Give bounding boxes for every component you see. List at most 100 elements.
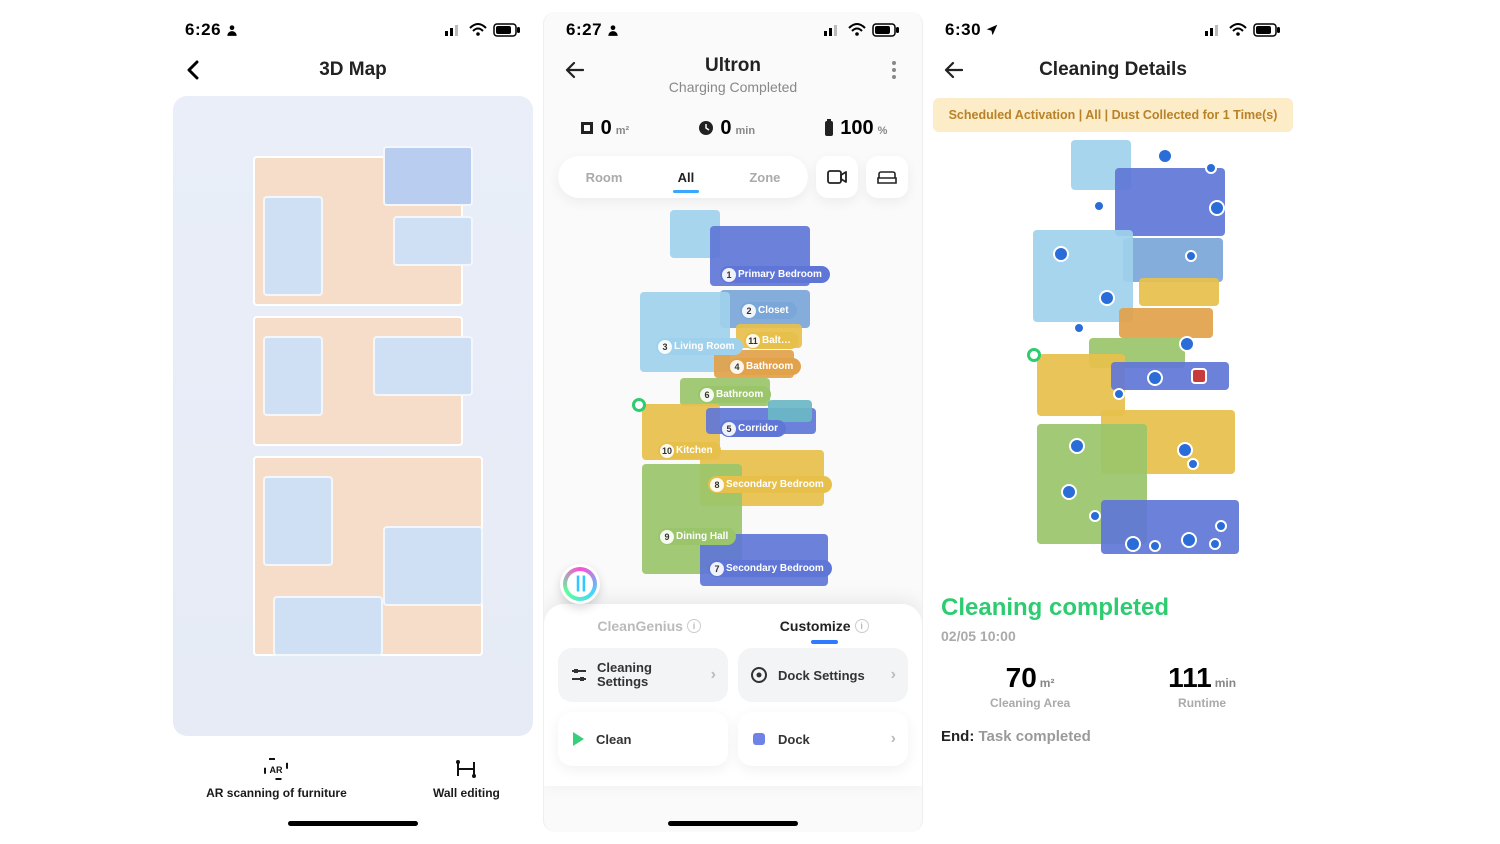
status-bar: 6:30 — [923, 12, 1303, 48]
seg-room[interactable]: Room — [572, 164, 637, 191]
room-label[interactable]: 9Dining Hall — [658, 528, 736, 545]
status-time: 6:26 — [185, 20, 221, 40]
result-runtime-label: Runtime — [1168, 696, 1236, 710]
room-label[interactable]: 7Secondary Bedroom — [708, 560, 832, 577]
chevron-left-icon — [186, 60, 200, 80]
seg-zone[interactable]: Zone — [735, 164, 794, 191]
control-panel: CleanGenius i Customizei Cleaning Setting… — [544, 604, 922, 786]
screenshot-cleaning-details: 6:30 Cleaning Details Scheduled Activati… — [923, 12, 1303, 832]
stat-area: 0 m² — [579, 117, 630, 140]
room-label[interactable]: 6Bathroom — [698, 386, 771, 403]
camera-button[interactable] — [816, 156, 858, 198]
wall-edit-icon — [454, 758, 478, 780]
room-name: Bathroom — [746, 361, 793, 372]
tab-cleangenius[interactable]: CleanGenius i — [597, 618, 701, 634]
svg-text:AR: AR — [270, 765, 283, 775]
back-button[interactable] — [179, 56, 207, 84]
room-number: 6 — [700, 388, 714, 402]
result-runtime-unit: min — [1215, 676, 1236, 690]
seg-all[interactable]: All — [664, 164, 709, 191]
room-label[interactable]: 2Closet — [740, 302, 797, 319]
result-area-unit: m² — [1040, 676, 1055, 690]
more-button[interactable] — [882, 58, 906, 82]
location-icon — [985, 23, 999, 37]
room-number: 8 — [710, 478, 724, 492]
stat-battery: 100 % — [824, 117, 887, 140]
status-time: 6:27 — [566, 20, 602, 40]
status-time: 6:30 — [945, 20, 981, 40]
dock-marker — [1027, 348, 1041, 362]
wall-edit-button[interactable]: Wall editing — [433, 758, 500, 800]
furniture-icons-button[interactable] — [866, 156, 908, 198]
status-bar: 6:27 — [544, 12, 922, 48]
header-3d-map: 3D Map — [163, 48, 543, 92]
person-icon — [225, 23, 239, 37]
room-name: Living Room — [674, 341, 735, 352]
wifi-icon — [848, 23, 866, 37]
room-number: 2 — [742, 304, 756, 318]
room-label[interactable]: 8Secondary Bedroom — [708, 476, 832, 493]
tab-customize[interactable]: Customizei — [780, 618, 869, 634]
stats-row: 0 m² 0 min 100 % — [544, 108, 922, 148]
room-name: Bathroom — [716, 389, 763, 400]
result-runtime: 111min Runtime — [1168, 662, 1236, 710]
error-marker — [1191, 368, 1207, 384]
cleaning-settings-label: Cleaning Settings — [597, 661, 701, 690]
result-card: Cleaning completed 02/05 10:00 70m² Clea… — [923, 580, 1303, 763]
info-icon: i — [687, 619, 701, 633]
room-name: Kitchen — [676, 445, 713, 456]
info-icon: i — [855, 619, 869, 633]
room-number: 5 — [722, 422, 736, 436]
chevron-right-icon: › — [711, 666, 716, 684]
activation-banner: Scheduled Activation | All | Dust Collec… — [933, 98, 1293, 132]
clean-label: Clean — [596, 732, 631, 747]
room-label[interactable]: 3Living Room — [656, 338, 743, 355]
panel-tabs: CleanGenius i Customizei — [558, 618, 908, 634]
tab-cleangenius-label: CleanGenius — [597, 618, 683, 634]
floorplan-map[interactable]: 1Primary Bedroom2Closet3Living Room11Bal… — [550, 204, 916, 604]
clean-button[interactable]: Clean — [558, 712, 728, 766]
room-name: Balt… — [762, 335, 791, 346]
dock-gear-icon — [750, 666, 768, 684]
dock-settings-label: Dock Settings — [778, 668, 865, 683]
result-title: Cleaning completed — [941, 594, 1285, 622]
ar-scan-button[interactable]: AR AR scanning of furniture — [206, 758, 347, 800]
room-number: 7 — [710, 562, 724, 576]
home-indicator[interactable] — [288, 821, 418, 826]
room-name: Corridor — [738, 423, 778, 434]
dock-button[interactable]: Dock › — [738, 712, 908, 766]
room-label[interactable]: 4Bathroom — [728, 358, 801, 375]
stat-batt-value: 100 — [840, 117, 873, 140]
battery-icon — [1253, 23, 1281, 37]
play-icon — [570, 730, 586, 748]
cellular-icon — [445, 24, 463, 36]
room-label[interactable]: 5Corridor — [720, 420, 786, 437]
result-area-value: 70 — [1006, 662, 1037, 693]
map-3d-canvas[interactable] — [173, 96, 533, 736]
back-button[interactable] — [939, 56, 967, 84]
cleaning-settings-button[interactable]: Cleaning Settings › — [558, 648, 728, 702]
camera-icon — [827, 169, 847, 185]
header-cleaning-details: Cleaning Details — [923, 48, 1303, 92]
home-indicator[interactable] — [668, 821, 798, 826]
assistant-fab[interactable]: ┃┃ — [560, 564, 600, 604]
chevron-right-icon: › — [891, 730, 896, 748]
room-number: 9 — [660, 530, 674, 544]
room-label[interactable]: 10Kitchen — [658, 442, 721, 459]
room-number: 1 — [722, 268, 736, 282]
screenshot-3d-map: 6:26 3D Map — [163, 12, 543, 832]
ar-icon: AR — [264, 758, 288, 780]
device-status: Charging Completed — [669, 79, 797, 95]
cleaning-result-map[interactable] — [933, 140, 1293, 580]
room-number: 3 — [658, 340, 672, 354]
room-label[interactable]: 11Balt… — [744, 332, 799, 349]
arrow-left-icon — [943, 61, 963, 79]
room-label[interactable]: 1Primary Bedroom — [720, 266, 830, 283]
dock-settings-button[interactable]: Dock Settings › — [738, 648, 908, 702]
result-area-label: Cleaning Area — [990, 696, 1070, 710]
back-button[interactable] — [560, 56, 588, 84]
arrow-left-icon — [564, 61, 584, 79]
device-title: Ultron — [705, 55, 761, 77]
cellular-icon — [824, 24, 842, 36]
room-number: 10 — [660, 444, 674, 458]
